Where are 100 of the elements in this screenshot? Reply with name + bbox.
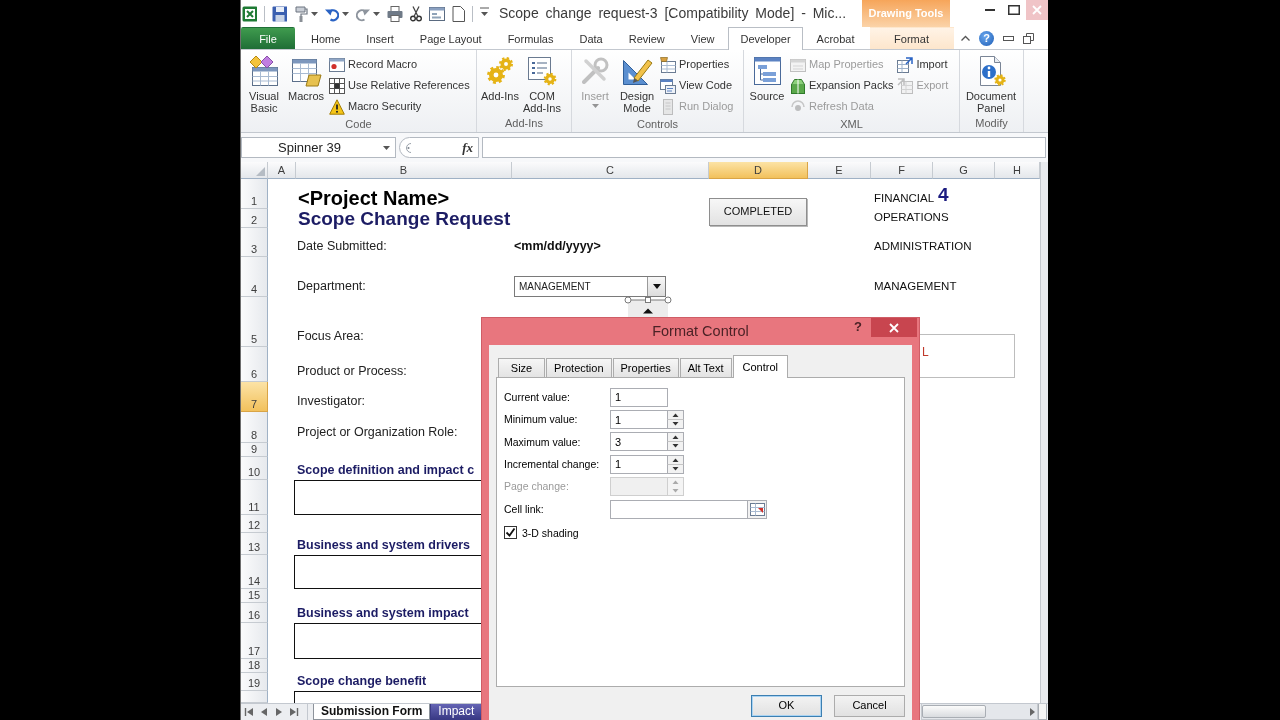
checkbox[interactable] [504,526,517,540]
number-field[interactable]: 3 [610,432,667,452]
dialog-button[interactable]: Cancel [834,695,905,717]
dialog-tab[interactable]: Protection [546,358,612,377]
split-handle[interactable] [1038,704,1047,720]
sheet-tab[interactable]: Impact [430,704,483,720]
caret-icon[interactable] [342,11,349,16]
ribbon-button[interactable]: Macro Security [327,96,472,117]
horizontal-scrollbar[interactable] [921,704,1038,720]
ribbon-tab[interactable]: Review [616,27,677,49]
ribbon-tab[interactable]: Home [299,27,353,49]
file-tab[interactable]: File [241,27,295,49]
dialog-tab[interactable]: Size [498,358,545,377]
page-icon[interactable] [452,5,465,22]
row-header[interactable]: 13 [241,533,268,555]
ribbon-button[interactable]: Properties [658,54,736,75]
column-header[interactable]: F [871,162,933,179]
ribbon-button[interactable]: Design Mode [616,53,658,114]
ribbon-tab[interactable]: Formulas [495,27,566,49]
range-select-button[interactable] [747,499,767,519]
column-header[interactable]: D [709,162,808,179]
restore-icon[interactable] [1023,32,1034,44]
form-icon[interactable] [429,5,445,22]
arrow-right-icon[interactable] [1030,707,1035,716]
ribbon-tab[interactable]: View [678,27,727,49]
row-header[interactable]: 3 [241,228,268,257]
caret-up-icon[interactable] [961,35,970,41]
caret-icon[interactable] [373,11,380,16]
save-icon[interactable] [272,5,287,22]
spin-buttons[interactable] [667,432,684,452]
ribbon-tab[interactable]: Acrobat [804,27,867,49]
row-header[interactable]: 1 [241,179,268,209]
help-button[interactable]: ? [854,318,862,334]
vertical-scrollbar[interactable] [1040,162,1048,703]
ribbon-tab[interactable]: Page Layout [407,27,494,49]
row-header[interactable]: 2 [241,209,268,228]
dialog-tab[interactable]: Properties [612,358,679,377]
row-header[interactable]: 19 [241,673,268,691]
dialog-button[interactable]: OK [751,695,822,717]
row-header[interactable]: 7 [241,382,268,412]
row-header[interactable]: 9 [241,443,268,457]
row-header[interactable]: 16 [241,603,268,623]
scrollbar-thumb[interactable] [922,705,986,718]
column-header[interactable]: C [512,162,709,179]
spin-buttons[interactable] [667,410,684,430]
row-header[interactable]: 4 [241,257,268,297]
dropdown-field[interactable]: MANAGEMENT [514,276,666,297]
spin-buttons[interactable] [667,454,684,474]
grip-icon[interactable] [404,142,412,153]
dropdown-arrow-button[interactable] [647,277,665,296]
ribbon-button[interactable]: Import [895,54,951,75]
row-header[interactable]: 12 [241,515,268,533]
ribbon-button[interactable]: Visual Basic [243,53,285,114]
column-header[interactable]: G [933,162,995,179]
paint-roller-icon[interactable] [294,5,308,22]
first-icon[interactable] [244,707,254,717]
scissors-icon[interactable] [410,5,422,22]
ribbon-button[interactable]: Document Panel [962,53,1020,114]
formula-input[interactable] [482,137,1046,158]
arrow-right-icon[interactable] [274,707,284,717]
ribbon-tab[interactable]: Format [869,27,954,49]
insert-function-button[interactable]: fx [462,140,473,155]
number-field[interactable]: 1 [610,454,667,474]
number-field[interactable]: 1 [610,410,667,430]
minimize-icon[interactable] [1003,35,1014,41]
ribbon-button[interactable]: Source [746,53,788,102]
row-header[interactable]: 18 [241,659,268,673]
dialog-tab[interactable]: Alt Text [679,358,732,377]
last-icon[interactable] [289,707,299,717]
close-button[interactable] [871,318,917,337]
ribbon-tab[interactable]: Data [567,27,615,49]
ribbon-button[interactable]: COM Add-Ins [521,53,563,114]
status-button[interactable]: COMPLETED [709,198,807,226]
column-header[interactable]: A [268,162,296,179]
row-header[interactable]: 14 [241,555,268,589]
name-box[interactable]: Spinner 39 [241,137,396,158]
ribbon-button[interactable]: Use Relative References [327,75,472,96]
row-header[interactable]: 11 [241,480,268,515]
ribbon-button[interactable]: Add-Ins [479,53,521,102]
sheet-tab[interactable]: Submission Form [313,704,431,720]
ribbon-button[interactable]: Record Macro [327,54,472,75]
column-header[interactable]: E [808,162,871,179]
row-header[interactable]: 8 [241,412,268,443]
input-field[interactable]: 1 [610,387,668,407]
column-header[interactable]: B [296,162,512,179]
app-logo-icon[interactable] [242,5,257,22]
row-header[interactable]: 5 [241,297,268,347]
row-header[interactable]: 17 [241,623,268,659]
ribbon-button[interactable]: Expansion Packs [788,75,896,96]
printer-icon[interactable] [387,5,403,22]
ribbon-button[interactable]: View Code [658,75,736,96]
dialog-tab[interactable]: Control [732,355,788,378]
caret-icon[interactable] [311,11,318,16]
arrow-left-icon[interactable] [259,707,269,717]
spinner-control[interactable] [624,295,672,317]
row-header[interactable]: 6 [241,347,268,382]
row-header[interactable]: 10 [241,457,268,480]
ribbon-button[interactable]: Macros [285,53,327,102]
column-header[interactable]: H [995,162,1040,179]
input-field[interactable] [610,499,747,519]
